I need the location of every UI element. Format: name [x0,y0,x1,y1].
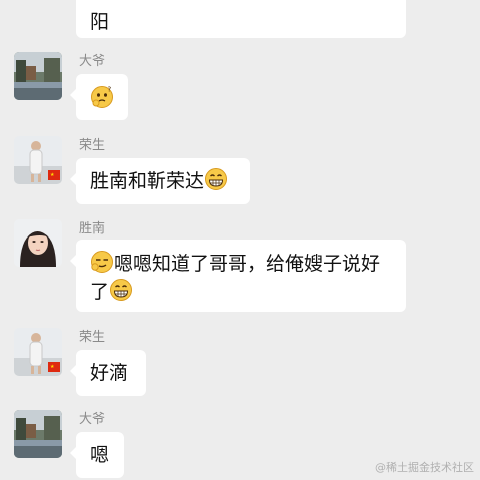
avatar[interactable] [14,52,62,100]
message-text: 了 [90,281,110,303]
message-text: 嗯 [90,444,110,466]
avatar[interactable] [14,219,62,267]
grinning-face-icon [204,167,228,191]
message-text: 嗯嗯知道了哥哥，给俺嫂子说好 [114,253,381,275]
message-bubble[interactable]: 嗯嗯知道了哥哥，给俺嫂子说好 了 [70,240,406,312]
watermark: @稀土掘金技术社区 [375,461,474,474]
thinking-face-icon: ? [90,85,114,109]
sender-name: 荣生 [79,138,106,153]
message-bubble[interactable]: 胜南和靳荣达 [70,158,250,204]
message-bubble[interactable]: ? [70,74,128,120]
sender-name: 大爷 [79,412,106,427]
message-bubble[interactable]: 阳 [76,0,406,38]
message-bubble[interactable]: 好滴 [70,350,146,396]
message-text: 胜南和靳荣达 [90,170,205,192]
avatar[interactable] [14,410,62,458]
message-line: 嗯嗯知道了哥哥，给俺嫂子说好 [90,250,392,278]
message-line: 了 [90,278,392,306]
message-bubble[interactable]: 嗯 [70,432,124,478]
svg-text:★: ★ [50,364,55,370]
sender-name: 荣生 [79,330,106,345]
smirk-face-icon [90,250,114,274]
avatar[interactable]: ★ [14,136,62,184]
sender-name: 大爷 [79,54,106,69]
svg-text:?: ? [108,86,112,94]
avatar[interactable]: ★ [14,328,62,376]
sender-name: 胜南 [79,221,106,236]
message-text: 阳 [90,11,110,33]
grinning-face-icon [109,278,133,302]
message-text: 好滴 [90,362,129,384]
svg-text:★: ★ [50,172,55,178]
